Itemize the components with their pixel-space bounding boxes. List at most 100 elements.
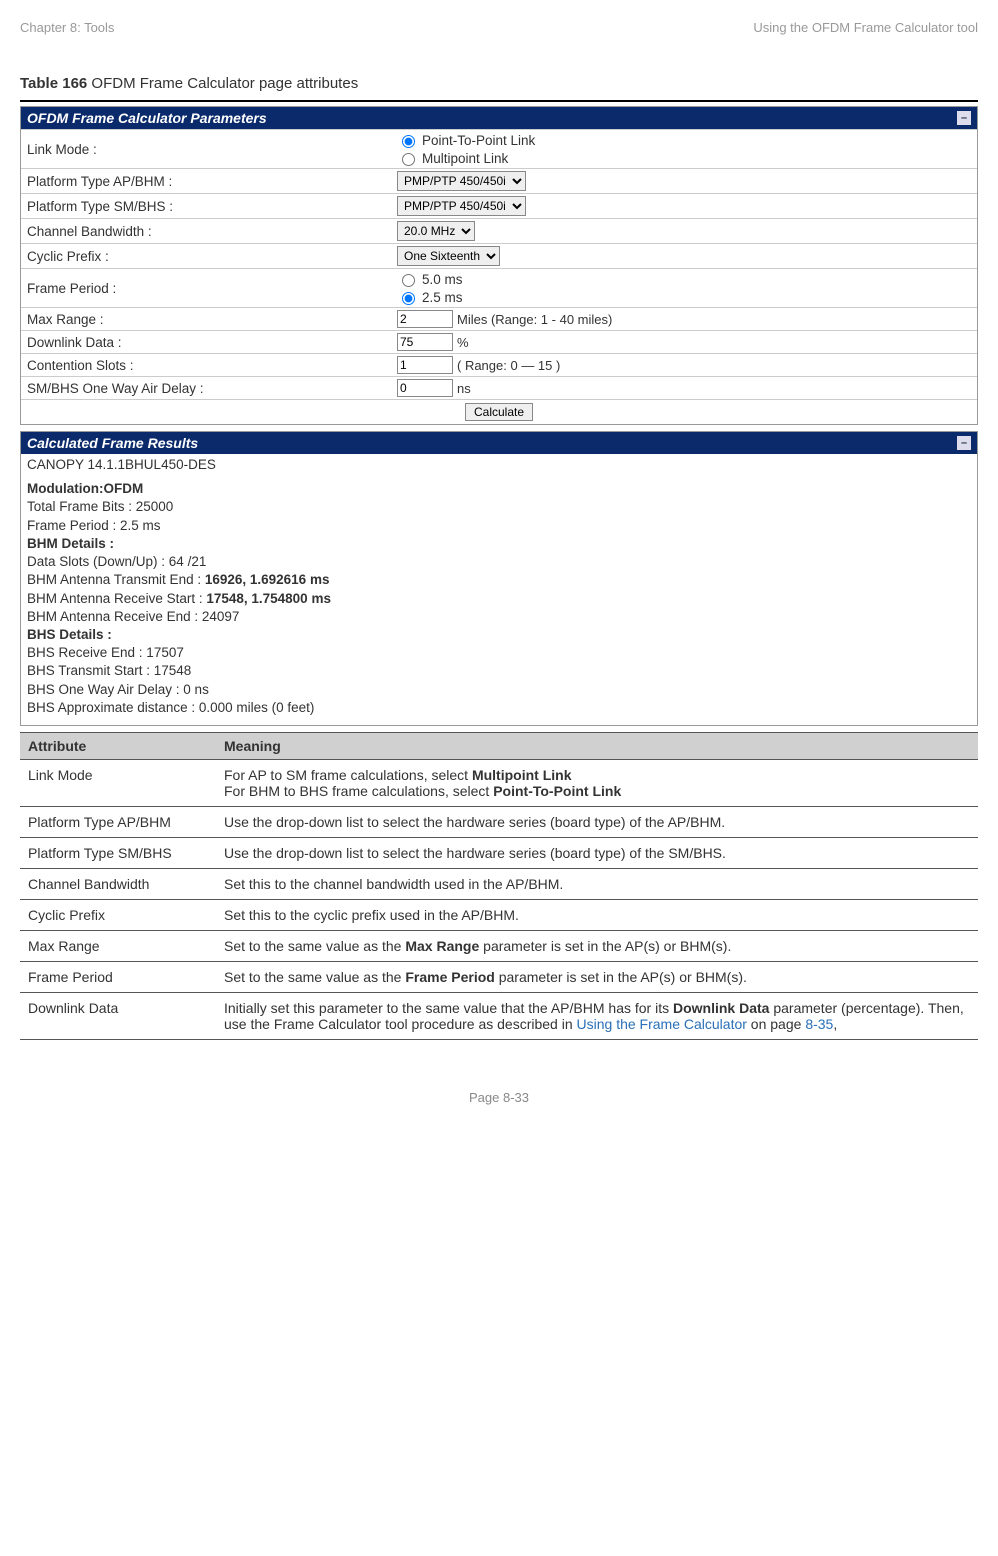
meaning-frame-period: Set to the same value as the Frame Perio…	[216, 962, 978, 993]
select-platform-ap[interactable]: PMP/PTP 450/450i	[397, 171, 526, 191]
table-caption: Table 166 OFDM Frame Calculator page att…	[20, 75, 978, 92]
col-attribute: Attribute	[20, 733, 216, 760]
radio-5ms-label: 5.0 ms	[422, 272, 463, 287]
attr-platform-ap: Platform Type AP/BHM	[20, 807, 216, 838]
result-rx-start: BHM Antenna Receive Start : 17548, 1.754…	[27, 590, 971, 608]
attr-downlink-data: Downlink Data	[20, 993, 216, 1040]
result-canopy: CANOPY 14.1.1BHUL450-DES	[27, 456, 971, 474]
radio-2-5ms[interactable]: 2.5 ms	[397, 289, 463, 305]
result-modulation: Modulation:OFDM	[27, 481, 143, 496]
label-platform-ap: Platform Type AP/BHM :	[27, 174, 397, 189]
result-bhs-rx-end: BHS Receive End : 17507	[27, 644, 971, 662]
result-data-slots: Data Slots (Down/Up) : 64 /21	[27, 553, 971, 571]
attr-cyclic-prefix: Cyclic Prefix	[20, 900, 216, 931]
attributes-table: Attribute Meaning Link Mode For AP to SM…	[20, 732, 978, 1040]
page-footer: Page 8-33	[20, 1090, 978, 1105]
calc-results-title: Calculated Frame Results	[27, 435, 198, 451]
label-cyclic-prefix: Cyclic Prefix :	[27, 249, 397, 264]
row-platform-sm: Platform Type SM/BHS : PMP/PTP 450/450i	[21, 193, 977, 218]
meaning-downlink-data: Initially set this parameter to the same…	[216, 993, 978, 1040]
radio-5ms[interactable]: 5.0 ms	[397, 271, 463, 287]
meaning-link-mode: For AP to SM frame calculations, select …	[216, 760, 978, 807]
suffix-max-range: Miles (Range: 1 - 40 miles)	[457, 312, 612, 327]
ofdm-params-header: OFDM Frame Calculator Parameters –	[21, 107, 977, 129]
radio-multipoint[interactable]: Multipoint Link	[397, 150, 535, 166]
result-tx-end: BHM Antenna Transmit End : 16926, 1.6926…	[27, 571, 971, 589]
radio-2-5ms-input[interactable]	[402, 292, 415, 305]
caption-rule	[20, 100, 978, 102]
calc-results-panel: Calculated Frame Results – CANOPY 14.1.1…	[20, 431, 978, 726]
header-right: Using the OFDM Frame Calculator tool	[753, 20, 978, 35]
table-row: Link Mode For AP to SM frame calculation…	[20, 760, 978, 807]
calc-results-body: CANOPY 14.1.1BHUL450-DES Modulation:OFDM…	[21, 454, 977, 725]
row-cyclic-prefix: Cyclic Prefix : One Sixteenth	[21, 243, 977, 268]
input-max-range[interactable]	[397, 310, 453, 328]
row-platform-ap: Platform Type AP/BHM : PMP/PTP 450/450i	[21, 168, 977, 193]
row-contention-slots: Contention Slots : ( Range: 0 — 15 )	[21, 353, 977, 376]
row-channel-bw: Channel Bandwidth : 20.0 MHz	[21, 218, 977, 243]
col-meaning: Meaning	[216, 733, 978, 760]
table-row: Channel Bandwidth Set this to the channe…	[20, 869, 978, 900]
label-air-delay: SM/BHS One Way Air Delay :	[27, 381, 397, 396]
radio-ptp-input[interactable]	[402, 135, 415, 148]
select-platform-sm[interactable]: PMP/PTP 450/450i	[397, 196, 526, 216]
table-row: Platform Type AP/BHM Use the drop-down l…	[20, 807, 978, 838]
table-row: Downlink Data Initially set this paramet…	[20, 993, 978, 1040]
result-rx-end: BHM Antenna Receive End : 24097	[27, 608, 971, 626]
table-row: Max Range Set to the same value as the M…	[20, 931, 978, 962]
radio-5ms-input[interactable]	[402, 274, 415, 287]
result-bhs-distance: BHS Approximate distance : 0.000 miles (…	[27, 699, 971, 717]
suffix-air-delay: ns	[457, 381, 471, 396]
row-air-delay: SM/BHS One Way Air Delay : ns	[21, 376, 977, 399]
radio-2-5ms-label: 2.5 ms	[422, 290, 463, 305]
meaning-max-range: Set to the same value as the Max Range p…	[216, 931, 978, 962]
row-frame-period: Frame Period : 5.0 ms 2.5 ms	[21, 268, 977, 307]
label-max-range: Max Range :	[27, 312, 397, 327]
ofdm-params-title: OFDM Frame Calculator Parameters	[27, 110, 267, 126]
page-header: Chapter 8: Tools Using the OFDM Frame Ca…	[20, 20, 978, 35]
label-channel-bw: Channel Bandwidth :	[27, 224, 397, 239]
meaning-platform-sm: Use the drop-down list to select the har…	[216, 838, 978, 869]
label-platform-sm: Platform Type SM/BHS :	[27, 199, 397, 214]
radio-ptp-label: Point-To-Point Link	[422, 133, 535, 148]
attr-max-range: Max Range	[20, 931, 216, 962]
input-air-delay[interactable]	[397, 379, 453, 397]
result-frame-period: Frame Period : 2.5 ms	[27, 517, 971, 535]
collapse-icon[interactable]: –	[957, 436, 971, 450]
table-row: Cyclic Prefix Set this to the cyclic pre…	[20, 900, 978, 931]
caption-label: Table 166	[20, 75, 87, 92]
label-contention-slots: Contention Slots :	[27, 358, 397, 373]
table-row: Frame Period Set to the same value as th…	[20, 962, 978, 993]
calc-results-header: Calculated Frame Results –	[21, 432, 977, 454]
radio-multipoint-input[interactable]	[402, 153, 415, 166]
select-channel-bw[interactable]: 20.0 MHz	[397, 221, 475, 241]
attr-frame-period: Frame Period	[20, 962, 216, 993]
collapse-icon[interactable]: –	[957, 111, 971, 125]
label-frame-period: Frame Period :	[27, 281, 397, 296]
attr-channel-bw: Channel Bandwidth	[20, 869, 216, 900]
radio-ptp[interactable]: Point-To-Point Link	[397, 132, 535, 148]
radio-multipoint-label: Multipoint Link	[422, 151, 508, 166]
caption-text: OFDM Frame Calculator page attributes	[87, 75, 358, 92]
select-cyclic-prefix[interactable]: One Sixteenth	[397, 246, 500, 266]
suffix-contention-slots: ( Range: 0 — 15 )	[457, 358, 560, 373]
header-left: Chapter 8: Tools	[20, 20, 114, 35]
label-link-mode: Link Mode :	[27, 142, 397, 157]
link-page-8-35[interactable]: 8-35	[805, 1016, 833, 1032]
ofdm-params-panel: OFDM Frame Calculator Parameters – Link …	[20, 106, 978, 425]
result-bhm-details: BHM Details :	[27, 536, 114, 551]
result-bhs-air-delay: BHS One Way Air Delay : 0 ns	[27, 681, 971, 699]
link-using-frame-calc[interactable]: Using the Frame Calculator	[577, 1016, 747, 1032]
attr-platform-sm: Platform Type SM/BHS	[20, 838, 216, 869]
label-downlink-data: Downlink Data :	[27, 335, 397, 350]
meaning-cyclic-prefix: Set this to the cyclic prefix used in th…	[216, 900, 978, 931]
input-downlink-data[interactable]	[397, 333, 453, 351]
meaning-platform-ap: Use the drop-down list to select the har…	[216, 807, 978, 838]
calculate-button[interactable]: Calculate	[465, 403, 533, 421]
meaning-channel-bw: Set this to the channel bandwidth used i…	[216, 869, 978, 900]
row-downlink-data: Downlink Data : %	[21, 330, 977, 353]
attr-link-mode: Link Mode	[20, 760, 216, 807]
row-link-mode: Link Mode : Point-To-Point Link Multipoi…	[21, 129, 977, 168]
table-row: Platform Type SM/BHS Use the drop-down l…	[20, 838, 978, 869]
input-contention-slots[interactable]	[397, 356, 453, 374]
